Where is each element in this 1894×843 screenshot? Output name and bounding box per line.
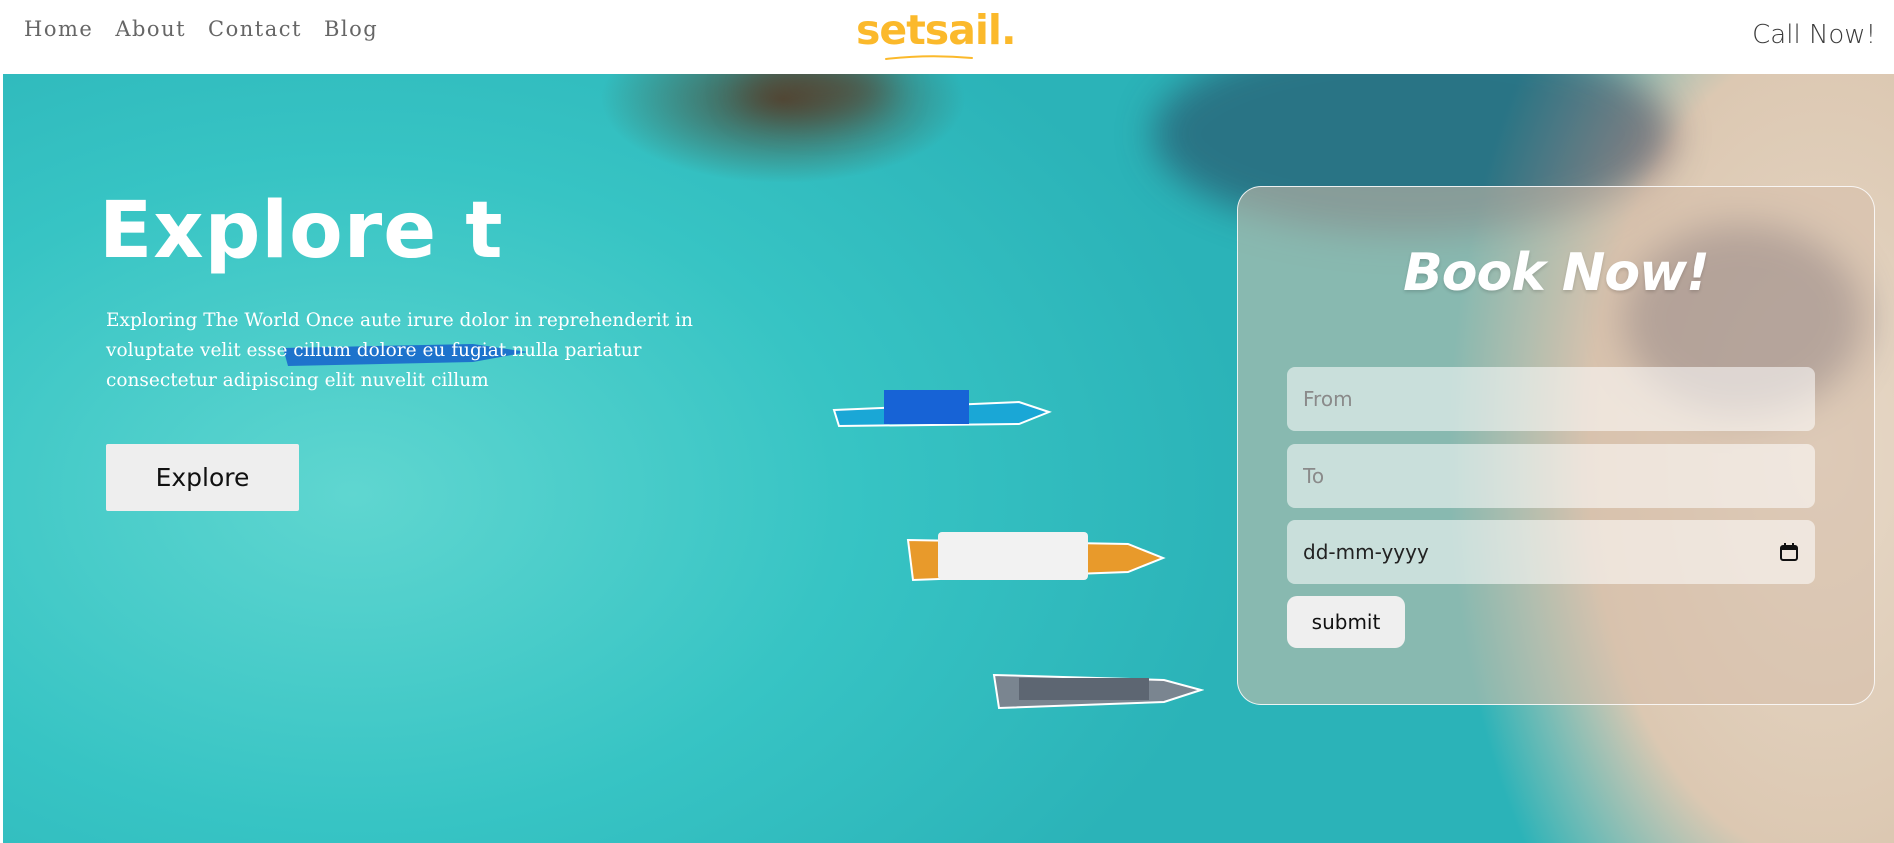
hero-description: Exploring The World Once aute irure dolo… [106, 310, 693, 391]
logo-swoosh-icon [885, 55, 973, 60]
hero-section: Explore t Exploring The World Once aute … [3, 74, 1894, 843]
blue-boat-icon [832, 390, 1052, 428]
from-input[interactable] [1287, 367, 1815, 431]
brand-logo-text: setsail. [856, 6, 1017, 54]
hero-title: Explore t [99, 186, 504, 276]
brand-logo[interactable]: setsail. [856, 6, 1017, 66]
date-input[interactable]: dd-mm-yyyy [1287, 520, 1815, 584]
nav-link-contact[interactable]: Contact [208, 17, 302, 41]
nav-link-about[interactable]: About [115, 17, 186, 41]
booking-form: Book Now! dd-mm-yyyy submit [1237, 186, 1875, 705]
to-input[interactable] [1287, 444, 1815, 508]
top-navbar: Home About Contact Blog setsail. Call No… [0, 0, 1894, 74]
rock-decoration [743, 74, 893, 114]
grey-boat-icon [992, 673, 1204, 710]
calendar-icon[interactable] [1779, 542, 1799, 562]
white-canopy-boat-icon [906, 532, 1166, 582]
nav-link-blog[interactable]: Blog [324, 17, 378, 41]
submit-button[interactable]: submit [1287, 596, 1405, 648]
booking-title: Book Now! [1403, 243, 1710, 303]
nav-links: Home About Contact Blog [24, 17, 378, 41]
nav-link-home[interactable]: Home [24, 17, 93, 41]
explore-button[interactable]: Explore [106, 444, 299, 511]
date-placeholder: dd-mm-yyyy [1303, 540, 1429, 564]
call-now-link[interactable]: Call Now! [1752, 20, 1876, 50]
